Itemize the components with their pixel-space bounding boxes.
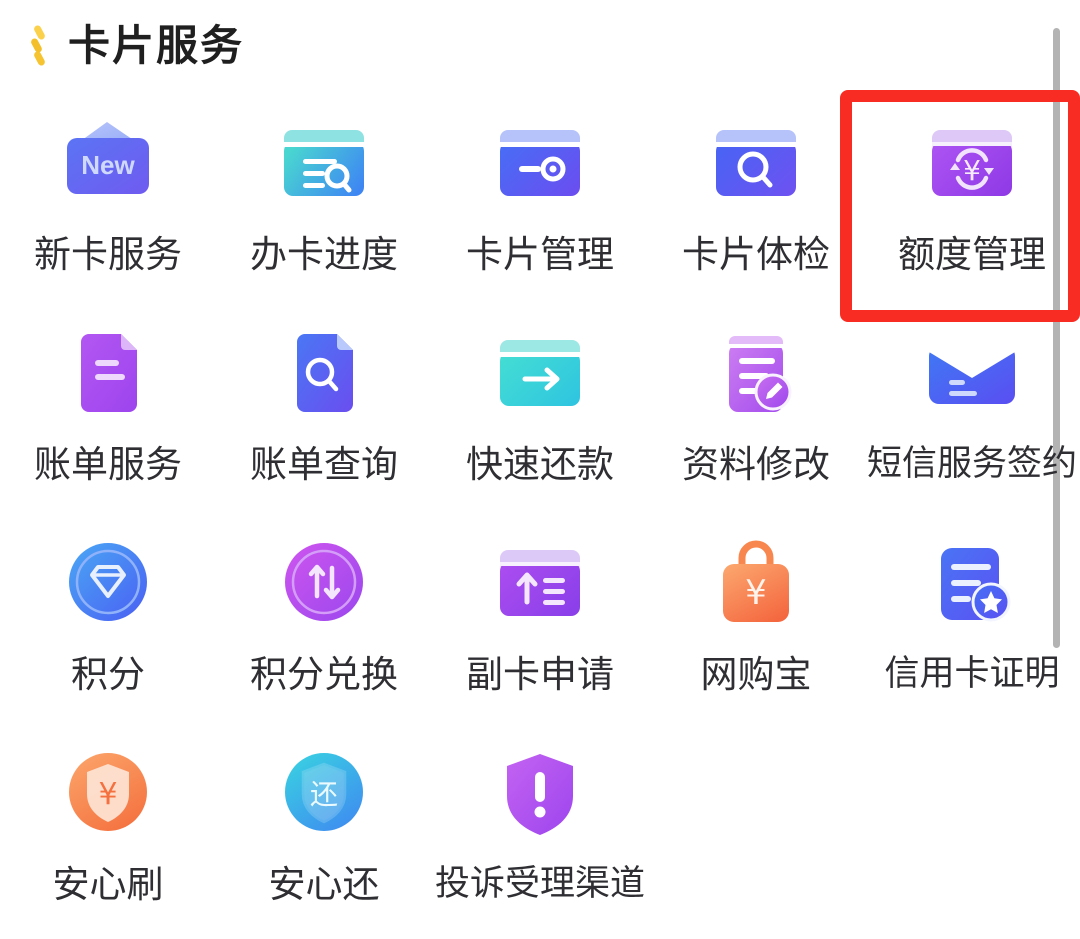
grid-item-label: 额度管理 [898, 234, 1046, 275]
grid-item-complaint-channel[interactable]: 投诉受理渠道 [432, 722, 648, 932]
page-header: 卡片服务 [0, 0, 1080, 92]
service-grid: New 新卡服务 办卡进度 卡片管理 卡片体检 ¥ 额度管理 账单服务 账单查询… [0, 92, 1080, 932]
grid-item-label: 安心刷 [52, 864, 164, 905]
grid-item-label: 积分 [71, 654, 145, 695]
grid-item-quick-repayment[interactable]: 快速还款 [432, 302, 648, 512]
grid-item-card-management[interactable]: 卡片管理 [432, 92, 648, 302]
grid-item-profile-edit[interactable]: 资料修改 [648, 302, 864, 512]
grid-item-label: 卡片体检 [682, 234, 830, 275]
grid-item-supplementary-card[interactable]: 副卡申请 [432, 512, 648, 722]
grid-empty-cell [648, 722, 864, 932]
shopping-bag-yen-icon: ¥ [695, 530, 817, 638]
grid-item-label: 安心还 [268, 864, 380, 905]
grid-item-new-card-service[interactable]: New 新卡服务 [0, 92, 216, 302]
card-search-icon [695, 110, 817, 218]
grid-item-label: 投诉受理渠道 [434, 864, 645, 903]
svg-text:¥: ¥ [963, 154, 981, 187]
svg-text:New: New [81, 150, 135, 180]
grid-item-bill-query[interactable]: 账单查询 [216, 302, 432, 512]
document-pencil-icon [695, 320, 817, 428]
grid-item-card-checkup[interactable]: 卡片体检 [648, 92, 864, 302]
grid-item-label: 账单查询 [250, 444, 398, 485]
document-lines-icon [47, 320, 169, 428]
shield-exclamation-icon [479, 740, 601, 848]
grid-item-safe-repay[interactable]: 还 安心还 [216, 722, 432, 932]
grid-item-label: 卡片管理 [466, 234, 614, 275]
grid-item-label: 副卡申请 [466, 654, 614, 695]
grid-item-label: 账单服务 [34, 444, 182, 485]
document-search-icon [263, 320, 385, 428]
envelope-icon [911, 320, 1033, 428]
grid-item-points-exchange[interactable]: 积分兑换 [216, 512, 432, 722]
grid-item-sms-service-signup[interactable]: 短信服务签约 [864, 302, 1080, 512]
circle-gem-icon [47, 530, 169, 638]
grid-empty-cell [864, 722, 1080, 932]
card-slider-icon [479, 110, 601, 218]
grid-item-label: 网购宝 [700, 654, 812, 695]
circle-shield-repay-icon: 还 [263, 740, 385, 848]
card-yen-refresh-icon: ¥ [911, 110, 1033, 218]
card-list-search-icon [263, 110, 385, 218]
card-new-icon: New [47, 110, 169, 218]
grid-item-label: 短信服务签约 [866, 444, 1077, 483]
circle-shield-yen-icon: ¥ [47, 740, 169, 848]
grid-item-safe-swipe[interactable]: ¥ 安心刷 [0, 722, 216, 932]
page-title: 卡片服务 [68, 22, 245, 69]
grid-item-credit-certificate[interactable]: 信用卡证明 [864, 512, 1080, 722]
svg-text:¥: ¥ [745, 573, 767, 613]
three-gold-dashes-icon [26, 22, 52, 70]
grid-item-label: 办卡进度 [250, 234, 398, 275]
grid-item-label: 积分兑换 [250, 654, 398, 695]
grid-item-bill-service[interactable]: 账单服务 [0, 302, 216, 512]
card-arrow-right-icon [479, 320, 601, 428]
card-upload-lines-icon [479, 530, 601, 638]
document-star-icon [911, 530, 1033, 638]
svg-text:¥: ¥ [98, 777, 117, 812]
circle-swap-arrows-icon [263, 530, 385, 638]
grid-item-online-shopping[interactable]: ¥ 网购宝 [648, 512, 864, 722]
grid-item-points[interactable]: 积分 [0, 512, 216, 722]
grid-item-limit-management[interactable]: ¥ 额度管理 [864, 92, 1080, 302]
grid-item-card-progress[interactable]: 办卡进度 [216, 92, 432, 302]
grid-item-label: 信用卡证明 [884, 654, 1060, 693]
grid-item-label: 新卡服务 [34, 234, 182, 275]
svg-text:还: 还 [310, 778, 338, 811]
grid-item-label: 资料修改 [682, 444, 830, 485]
grid-item-label: 快速还款 [466, 444, 614, 485]
